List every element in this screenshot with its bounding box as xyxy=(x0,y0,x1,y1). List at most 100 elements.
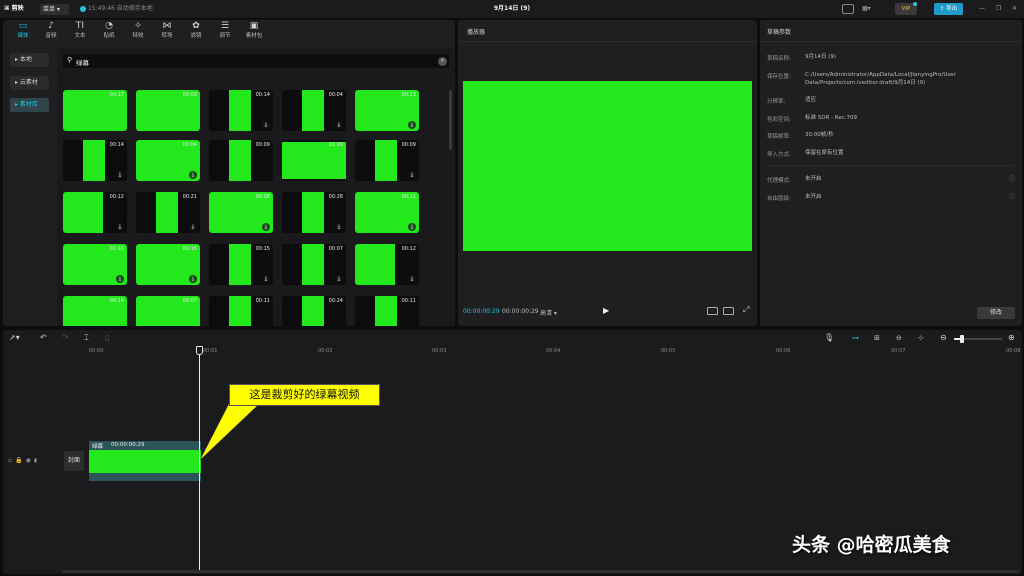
download-icon[interactable]: ⤓ xyxy=(408,171,416,179)
library-thumbnail[interactable]: 00:04 ⤓ xyxy=(136,140,200,181)
library-thumbnail[interactable]: 00:09 ⤓ xyxy=(355,140,419,181)
tab-filter[interactable]: ✿ 滤镜 xyxy=(182,21,210,43)
library-thumbnail[interactable]: 00:21 ⤓ xyxy=(136,192,200,233)
scale-icon[interactable] xyxy=(707,307,718,315)
zoom-in-icon[interactable]: ⊕ xyxy=(1008,333,1015,342)
timeline-scrollbar[interactable] xyxy=(62,570,1020,573)
download-icon[interactable]: ⤓ xyxy=(408,121,416,129)
sidebar-item-cloud[interactable]: ▸ 云素材 xyxy=(10,76,49,90)
help-icon[interactable]: ⓘ xyxy=(1009,174,1015,183)
tab-effects[interactable]: ✧ 特效 xyxy=(124,21,152,43)
undo-icon[interactable]: ↶ xyxy=(40,333,47,342)
modify-button[interactable]: 修改 xyxy=(977,307,1015,319)
eye-icon[interactable]: ◉ xyxy=(26,457,34,464)
library-thumbnail[interactable]: 00:09 xyxy=(209,140,273,181)
library-thumbnail[interactable]: 00:16 ⤓ xyxy=(136,244,200,285)
library-thumbnail[interactable]: 00:14 xyxy=(63,296,127,326)
download-icon[interactable]: ⤓ xyxy=(262,121,270,129)
minimize-icon[interactable]: — xyxy=(979,0,985,18)
cover-button[interactable]: 封面 xyxy=(64,451,84,471)
tab-audio[interactable]: ♪ 音频 xyxy=(37,21,65,43)
tab-text[interactable]: TI 文本 xyxy=(66,21,94,43)
ratio-icon[interactable] xyxy=(723,307,734,315)
sidebar-item-library[interactable]: ▸ 素材库 xyxy=(10,98,49,112)
library-thumbnail[interactable]: 00:14 ⤓ xyxy=(209,90,273,131)
microphone-icon[interactable]: 🎙 xyxy=(824,333,834,342)
library-thumbnail[interactable]: 00:12 ⤓ xyxy=(63,192,127,233)
download-icon[interactable]: ⤓ xyxy=(189,275,197,283)
library-thumbnail[interactable]: 00:14 ⤓ xyxy=(63,140,127,181)
library-thumbnail[interactable]: 01:20 xyxy=(282,140,346,181)
play-icon[interactable]: ▶ xyxy=(603,306,609,315)
tab-transition[interactable]: ⋈ 转场 xyxy=(153,21,181,43)
search-input[interactable]: ⚲ 绿幕 ✕ xyxy=(63,54,449,68)
green-screen-preview xyxy=(156,192,178,233)
tab-media[interactable]: ▭ 媒体 xyxy=(9,21,37,43)
auto-snap-icon[interactable]: ⊞ xyxy=(874,334,880,342)
app-name: 剪映 xyxy=(11,5,24,12)
preview-axis-icon[interactable]: ⊹ xyxy=(918,334,924,342)
download-icon[interactable]: ⤓ xyxy=(116,223,124,231)
download-icon[interactable]: ⤓ xyxy=(335,223,343,231)
tab-sticker[interactable]: ◔ 贴纸 xyxy=(95,21,123,43)
layout-icon[interactable]: ▦▾ xyxy=(862,0,871,18)
library-thumbnail[interactable]: 00:17 xyxy=(63,90,127,131)
quality-select[interactable]: 高清 ▾ xyxy=(540,308,557,317)
library-thumbnail[interactable]: 00:12 ⤓ xyxy=(355,244,419,285)
zoom-out-icon[interactable]: ⊖ xyxy=(940,333,947,342)
mute-icon[interactable]: ◖ xyxy=(34,457,40,464)
download-icon[interactable]: ⤓ xyxy=(262,223,270,231)
help-icon[interactable]: ⓘ xyxy=(1009,192,1015,201)
download-icon[interactable]: ⤓ xyxy=(116,171,124,179)
library-thumbnail[interactable]: 00:09 xyxy=(136,90,200,131)
download-icon[interactable]: ⤓ xyxy=(262,275,270,283)
keyboard-icon[interactable] xyxy=(842,4,854,14)
library-thumbnail[interactable]: 00:04 ⤓ xyxy=(282,90,346,131)
library-thumbnail[interactable]: 00:07 xyxy=(136,296,200,326)
library-scrollbar[interactable] xyxy=(449,90,452,150)
select-tool-icon[interactable]: ➚▾ xyxy=(9,333,20,342)
download-icon[interactable]: ⤓ xyxy=(335,275,343,283)
menu-button[interactable]: 菜单 ▾ xyxy=(40,4,69,15)
quality-label: 高清 xyxy=(540,310,553,317)
green-screen-preview xyxy=(302,296,324,326)
download-icon[interactable]: ⤓ xyxy=(335,121,343,129)
download-icon[interactable]: ⤓ xyxy=(189,171,197,179)
close-icon[interactable]: ✕ xyxy=(1012,0,1017,18)
sidebar-item-local[interactable]: ▸ 本地 xyxy=(10,53,49,67)
library-thumbnail[interactable]: 00:11 xyxy=(209,296,273,326)
annotation-box: 这是裁剪好的绿幕视频 xyxy=(229,384,380,406)
library-thumbnail[interactable]: 00:28 ⤓ xyxy=(282,192,346,233)
download-icon[interactable]: ⤓ xyxy=(189,223,197,231)
autosave-icon xyxy=(80,5,86,12)
delete-icon[interactable]: ▯ xyxy=(105,333,109,342)
library-thumbnail[interactable]: 00:07 ⤓ xyxy=(282,244,346,285)
maximize-icon[interactable]: ❐ xyxy=(996,0,1001,18)
export-button[interactable]: ⇪ 导出 xyxy=(934,3,963,15)
clear-search-icon[interactable]: ✕ xyxy=(438,57,447,66)
main-track-magnet-icon[interactable]: ⊶ xyxy=(852,334,859,342)
tab-material-pack-label: 素材包 xyxy=(245,33,263,39)
library-thumbnail[interactable]: 00:08 ⤓ xyxy=(209,192,273,233)
video-clip[interactable]: 绿幕 00:00:00:29 xyxy=(89,441,201,481)
library-thumbnail[interactable]: 00:11 xyxy=(355,296,419,326)
library-thumbnail[interactable]: 00:13 ⤓ xyxy=(355,90,419,131)
library-thumbnail[interactable]: 00:15 ⤓ xyxy=(209,244,273,285)
split-icon[interactable]: ⌶ xyxy=(84,333,89,343)
download-icon[interactable]: ⤓ xyxy=(408,275,416,283)
playhead-handle[interactable] xyxy=(196,346,203,355)
download-icon[interactable]: ⤓ xyxy=(116,275,124,283)
zoom-slider-handle[interactable] xyxy=(960,335,964,343)
download-icon[interactable]: ⤓ xyxy=(408,223,416,231)
tab-material-pack[interactable]: ▣ 素材包 xyxy=(240,21,268,43)
redo-icon[interactable]: ↷ xyxy=(62,333,69,342)
thumbnail-duration: 00:09 xyxy=(182,92,197,98)
library-thumbnail[interactable]: 00:24 xyxy=(282,296,346,326)
lock-icon[interactable]: 🔒 xyxy=(15,457,25,464)
thumbnail-duration: 00:13 xyxy=(401,92,416,98)
fullscreen-icon[interactable]: ⤢ xyxy=(743,305,749,315)
linkage-icon[interactable]: ⊖ xyxy=(896,334,902,342)
library-thumbnail[interactable]: 00:11 ⤓ xyxy=(355,192,419,233)
tab-adjust[interactable]: ☰ 调节 xyxy=(211,21,239,43)
library-thumbnail[interactable]: 00:10 ⤓ xyxy=(63,244,127,285)
